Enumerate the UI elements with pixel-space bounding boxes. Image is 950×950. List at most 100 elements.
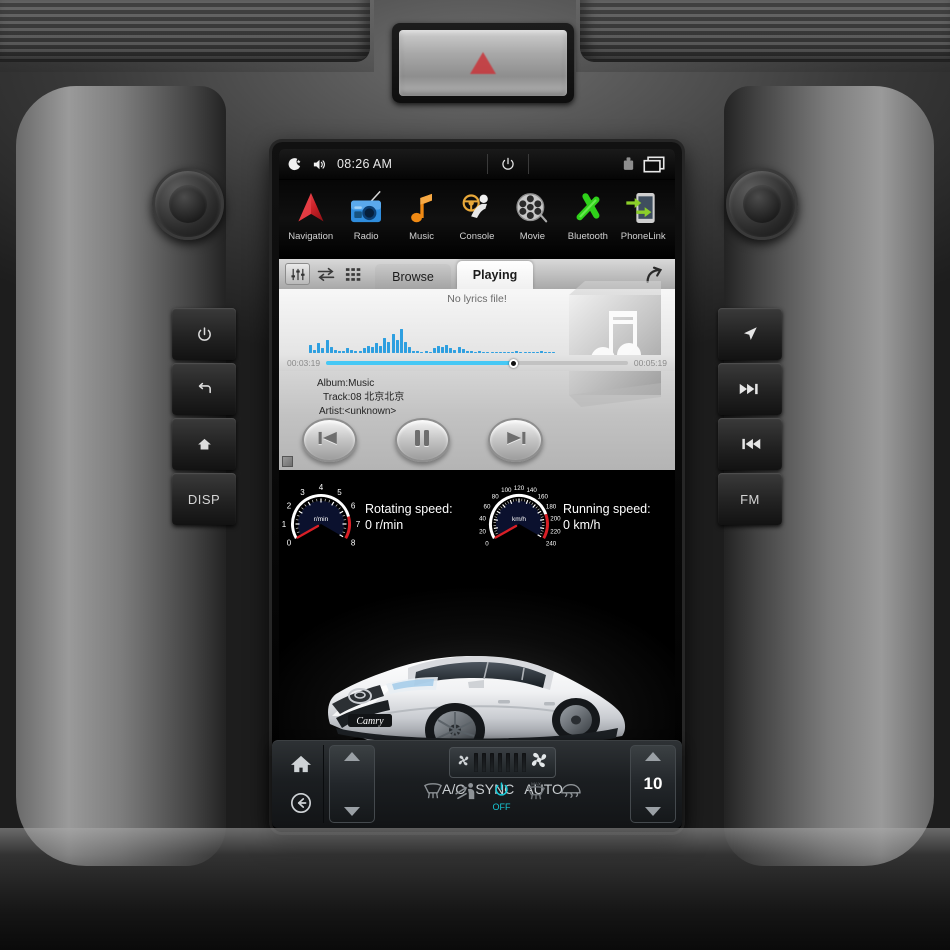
waveform-bar [329, 346, 333, 353]
next-track-icon [739, 382, 761, 396]
waveform-bar [478, 351, 482, 353]
hazard-warning-button[interactable] [392, 23, 574, 103]
progress-handle[interactable] [508, 358, 518, 368]
hw-home-button[interactable] [172, 418, 236, 470]
speaker-icon[interactable] [311, 157, 328, 172]
app-label: Movie [519, 231, 546, 242]
waveform-bar [412, 350, 416, 353]
app-label: Radio [353, 231, 379, 242]
bluetooth-icon [568, 184, 608, 232]
next-button[interactable] [487, 418, 543, 462]
progress-slider[interactable] [326, 358, 628, 368]
hardware-buttons-right: FM [718, 308, 782, 525]
app-bluetooth[interactable]: Bluetooth [560, 184, 615, 242]
climate-power-button[interactable]: OFF [493, 781, 511, 812]
hw-power-button[interactable] [172, 308, 236, 360]
hw-fm-label: FM [740, 491, 760, 507]
gauge-unit-label: r/min [314, 516, 329, 523]
climate-nav-column [278, 745, 324, 823]
pause-button[interactable] [394, 418, 450, 462]
moon-star-icon[interactable] [287, 157, 302, 172]
waveform-bar [428, 351, 432, 353]
back-arrow-icon [195, 381, 214, 398]
waveform-bar [527, 351, 531, 353]
climate-center-cluster: A/C SYNC AUTO OFF MAX [380, 745, 625, 823]
playlist-grid-icon[interactable] [341, 263, 366, 285]
fan-segment [522, 753, 526, 772]
hw-next-track-button[interactable] [718, 363, 782, 415]
tune-knob[interactable] [726, 168, 798, 240]
steering-wheel-icon [457, 184, 497, 232]
tab-playing[interactable]: Playing [457, 261, 533, 289]
speedometer-group: 0 20 40 60 80 100 120 140 160 180 200 220 240 km/h Ru… [477, 472, 675, 565]
gauge-tick-label: 140 [526, 487, 537, 494]
tab-browse[interactable]: Browse [375, 264, 451, 289]
track-title: Track:08 北京北京 [323, 391, 405, 403]
recent-apps-icon[interactable] [643, 156, 665, 173]
hw-navigation-button[interactable] [718, 308, 782, 360]
app-console[interactable]: Console [449, 184, 504, 242]
waveform-bar [309, 345, 313, 353]
power-icon [196, 326, 213, 343]
tachometer-dial: 0 1 2 3 4 5 6 7 8 r/min [279, 472, 363, 565]
gauge-tick-label: 2 [287, 501, 292, 510]
hw-previous-track-button[interactable] [718, 418, 782, 470]
hazard-triangle-icon [470, 52, 496, 74]
waveform-bar [370, 347, 374, 353]
temp-down-icon[interactable] [344, 807, 360, 816]
driver-temperature-stepper[interactable] [329, 745, 375, 823]
equalizer-icon[interactable] [285, 263, 310, 285]
rear-defrost-icon[interactable] [423, 782, 443, 805]
waveform-bar [507, 351, 511, 353]
app-label: Console [459, 231, 495, 242]
dashboard-vent-right [580, 0, 950, 62]
max-defrost-icon[interactable]: MAX [525, 781, 547, 806]
waveform-bar [498, 351, 502, 353]
music-note-icon [402, 184, 442, 232]
gauge-tick-label: 20 [479, 528, 486, 535]
waveform-bar [391, 333, 395, 353]
app-radio[interactable]: Radio [338, 184, 393, 242]
app-phonelink[interactable]: PhoneLink [616, 184, 671, 242]
passenger-temperature-stepper[interactable]: 10 [630, 745, 676, 823]
music-player-panel: Browse Playing No lyrics file! 00:03:19 [279, 258, 675, 470]
power-icon[interactable] [500, 156, 516, 172]
app-launcher-bar: Navigation Radio Music Console Movie Blu… [279, 180, 675, 258]
waveform-bar [540, 351, 544, 353]
temp-up-icon[interactable] [645, 752, 661, 761]
hw-disp-button[interactable]: DISP [172, 473, 236, 525]
repeat-shuffle-icon[interactable] [313, 263, 338, 285]
waveform-bar [313, 349, 317, 353]
volume-knob[interactable] [152, 168, 224, 240]
waveform-bar [321, 347, 325, 353]
airflow-body-icon[interactable] [454, 781, 479, 806]
gauge-tick-label: 100 [501, 487, 512, 494]
app-movie[interactable]: Movie [505, 184, 560, 242]
app-navigation[interactable]: Navigation [283, 184, 338, 242]
climate-right-icons: MAX [525, 781, 583, 806]
hw-fm-button[interactable]: FM [718, 473, 782, 525]
resize-handle[interactable] [282, 456, 293, 467]
hw-disp-label: DISP [187, 491, 221, 507]
back-circle-icon[interactable] [290, 792, 312, 814]
temp-up-icon[interactable] [344, 752, 360, 761]
gauge-unit-label: km/h [512, 516, 526, 523]
waveform-bar [457, 346, 461, 353]
home-icon[interactable] [290, 754, 312, 774]
temp-down-icon[interactable] [645, 807, 661, 816]
previous-button[interactable] [301, 418, 357, 462]
app-label: Music [409, 231, 434, 242]
waveform-bar [317, 342, 321, 353]
fan-segment [506, 753, 510, 772]
waveform-bar [449, 347, 453, 353]
navigation-arrow-icon [291, 184, 331, 232]
app-music[interactable]: Music [394, 184, 449, 242]
windshield-defrost-icon[interactable] [559, 782, 583, 805]
fan-segment [498, 753, 502, 772]
gauge-tick-label: 0 [287, 538, 292, 547]
waveform-bar [453, 349, 457, 353]
gauge-tick-label: 40 [479, 515, 486, 522]
fan-speed-control[interactable] [449, 747, 556, 778]
car-model-badge: Camry [356, 716, 384, 727]
hw-back-button[interactable] [172, 363, 236, 415]
